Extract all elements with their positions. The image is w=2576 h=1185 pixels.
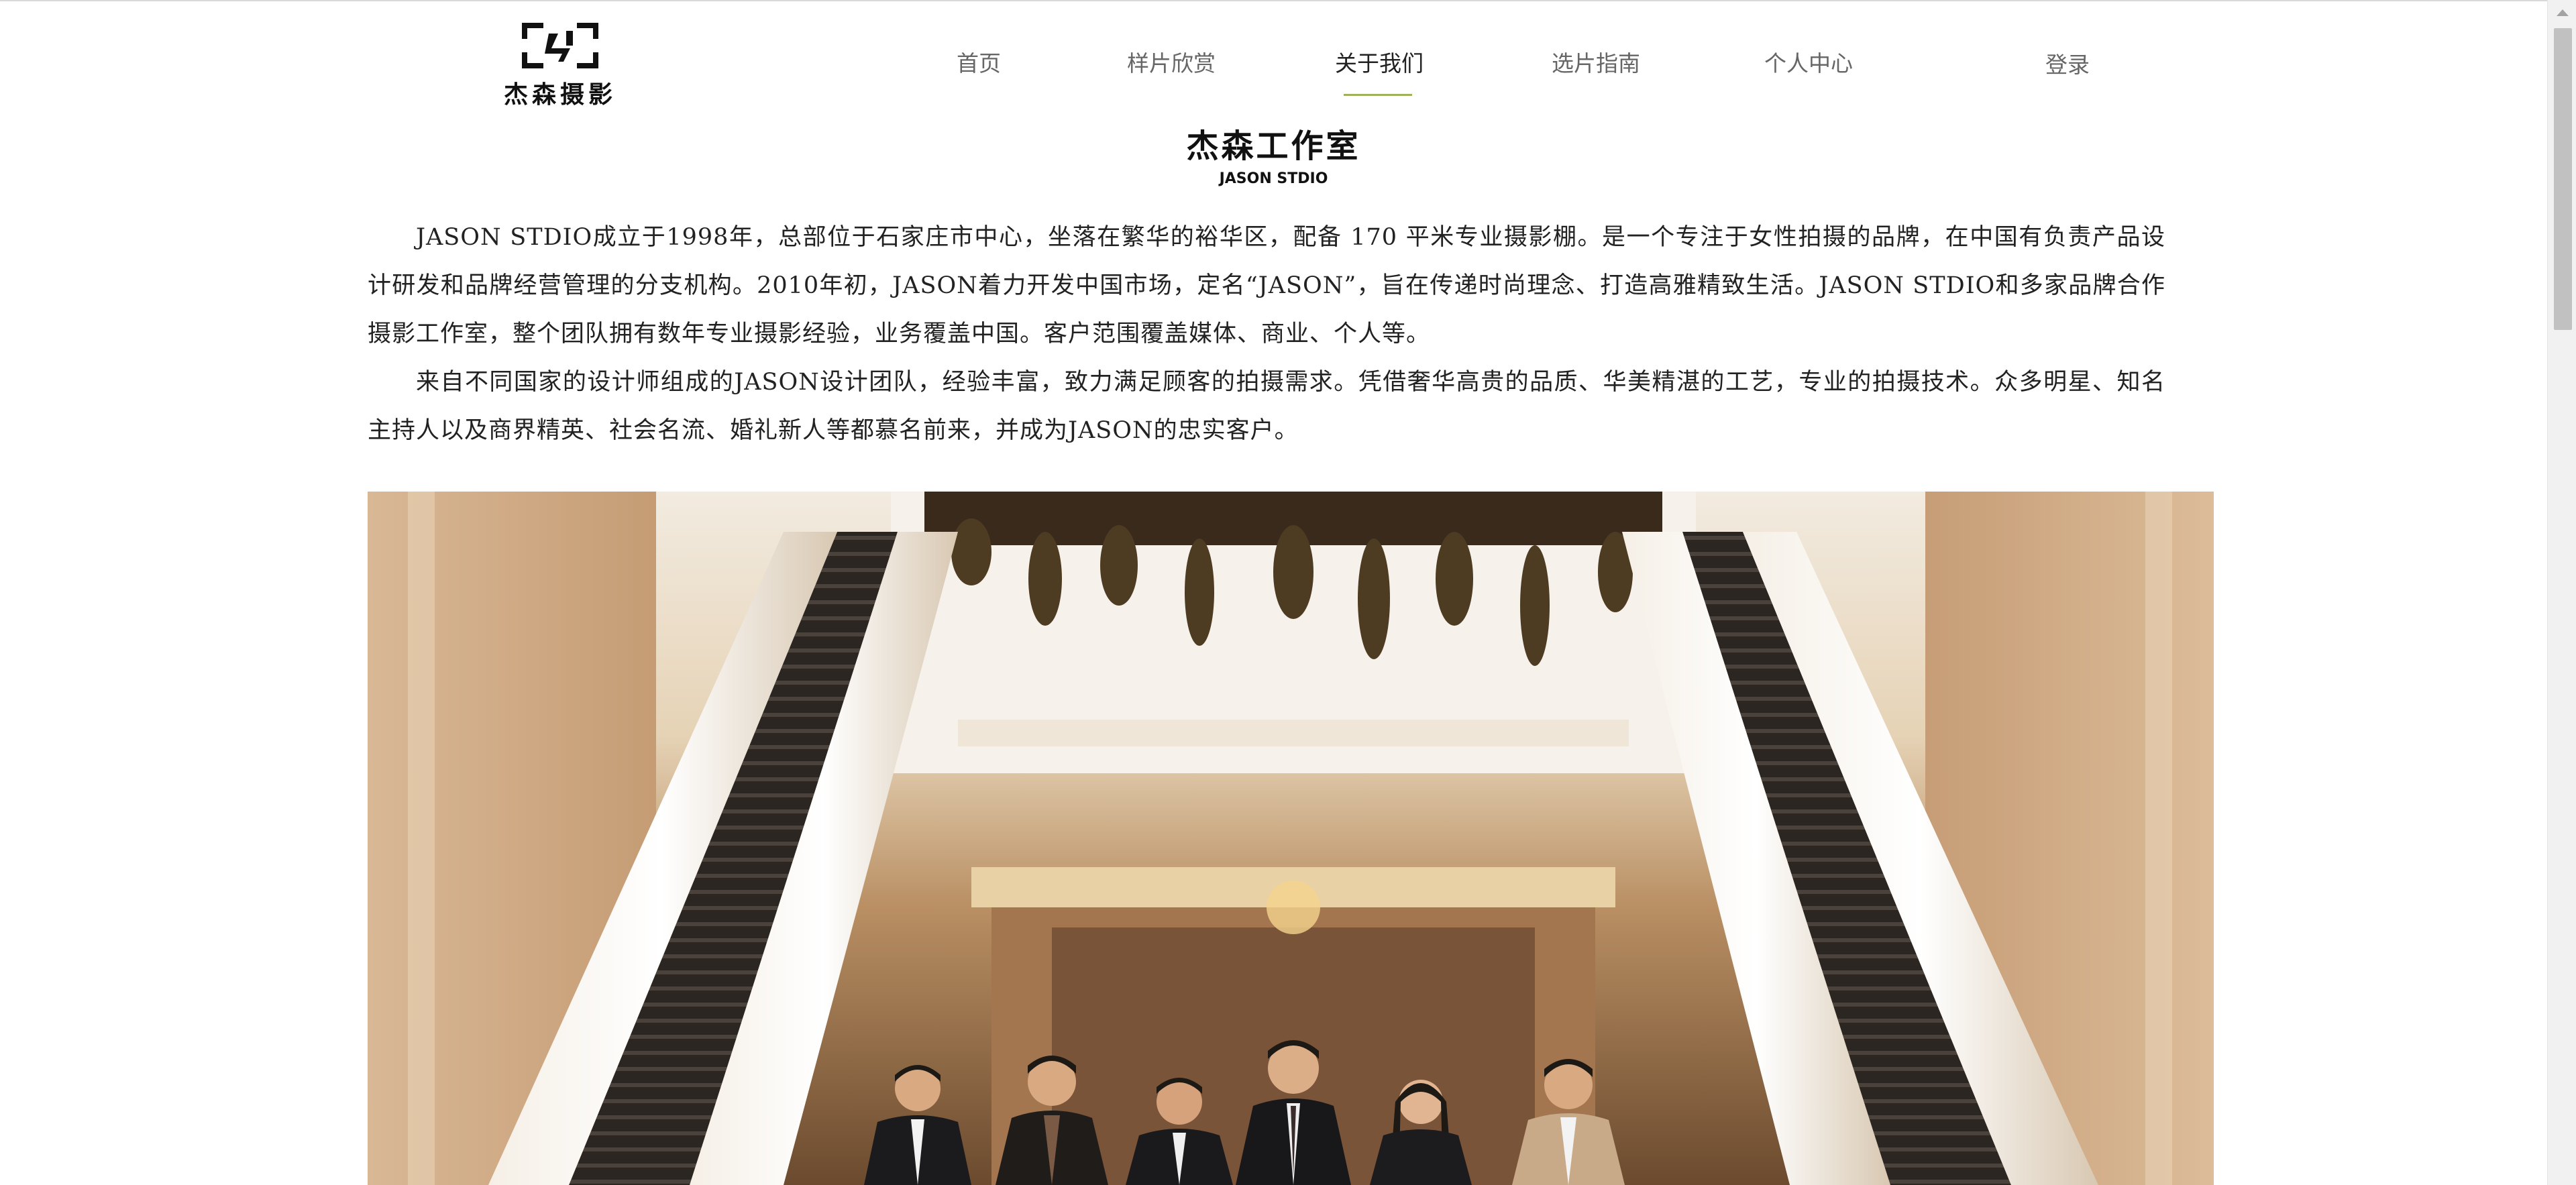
team-photo xyxy=(368,492,2214,1185)
page-subtitle: JASON STDIO xyxy=(1219,170,1328,187)
nav-item-home[interactable]: 首页 xyxy=(957,46,1001,78)
login-link[interactable]: 登录 xyxy=(2045,47,2090,79)
nav-item-profile[interactable]: 个人中心 xyxy=(1764,46,1853,78)
brand-logo[interactable]: 杰森摄影 xyxy=(483,19,637,109)
about-paragraph: JASON STDIO成立于1998年，总部位于石家庄市中心，坐落在繁华的裕华区… xyxy=(368,224,2165,347)
vertical-scrollbar[interactable] xyxy=(2547,0,2576,1185)
page-title: 杰森工作室 xyxy=(1186,127,1361,165)
site-header: 杰森摄影 首页 样片欣赏 关于我们 选片指南 个人中心 登录 xyxy=(0,0,2549,109)
nav-active-indicator xyxy=(1344,94,1412,96)
camera-logo-icon xyxy=(522,23,598,68)
brand-name: 杰森摄影 xyxy=(503,80,616,109)
nav-item-gallery[interactable]: 样片欣赏 xyxy=(1127,46,1216,78)
nav-item-about[interactable]: 关于我们 xyxy=(1335,46,1424,78)
about-paragraph: 来自不同国家的设计师组成的JASON设计团队，经验丰富，致力满足顾客的拍摄需求。… xyxy=(368,369,2165,444)
scroll-up-arrow-icon[interactable] xyxy=(2557,9,2569,16)
scrollbar-thumb[interactable] xyxy=(2554,28,2572,330)
team-photo-illustration xyxy=(368,492,2214,1185)
nav-item-guide[interactable]: 选片指南 xyxy=(1552,46,1640,78)
